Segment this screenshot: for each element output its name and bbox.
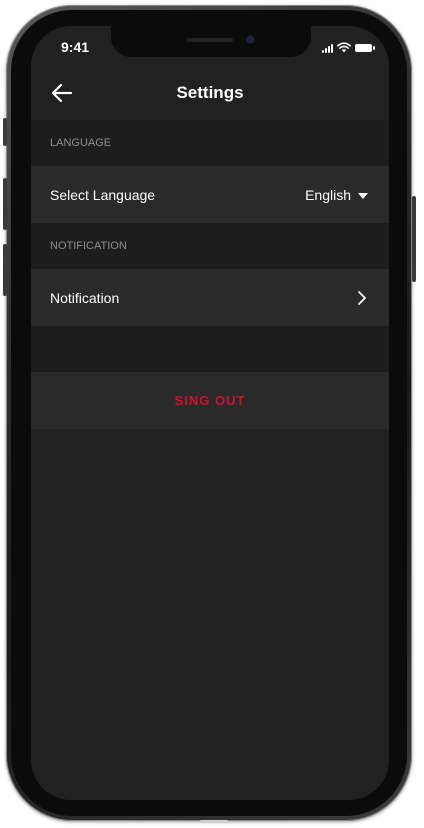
home-indicator [200, 820, 228, 823]
sign-out-label: SING OUT [174, 393, 246, 408]
notch [111, 26, 311, 57]
side-button-volume-down [3, 244, 7, 296]
section-spacer [31, 326, 389, 372]
wifi-icon [337, 42, 351, 53]
chevron-right-icon [358, 291, 366, 305]
sign-out-button[interactable]: SING OUT [31, 372, 389, 429]
caret-down-icon[interactable] [358, 193, 368, 199]
select-language-label: Select Language [50, 187, 156, 203]
section-header-language: LANGUAGE [31, 120, 389, 166]
side-button-volume-up [3, 178, 7, 230]
side-button-power [412, 196, 416, 282]
battery-icon [355, 44, 375, 52]
language-dropdown-value[interactable]: English [305, 187, 351, 203]
section-label-language: LANGUAGE [50, 137, 112, 149]
notification-row[interactable]: Notification [31, 269, 389, 326]
speaker-grille [187, 38, 233, 42]
notification-label: Notification [50, 290, 120, 306]
status-icons [322, 41, 375, 53]
app-screen: 9:41 Settings LANGUAGE Select Language E… [31, 26, 389, 800]
select-language-row[interactable]: Select Language English [31, 166, 389, 223]
side-button-mute [3, 118, 7, 146]
section-label-notification: NOTIFICATION [50, 240, 127, 252]
section-header-notification: NOTIFICATION [31, 223, 389, 269]
signal-icon [322, 43, 333, 53]
app-header: Settings [31, 70, 389, 120]
front-camera [247, 36, 254, 43]
status-time: 9:41 [61, 39, 90, 55]
page-title: Settings [176, 83, 244, 102]
